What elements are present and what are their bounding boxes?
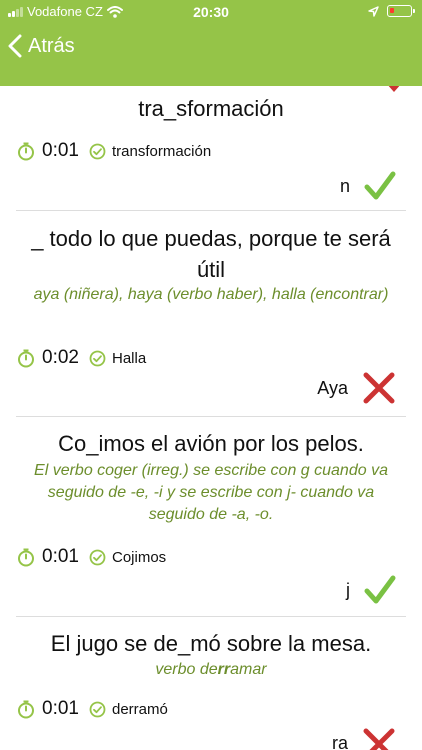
check-circle-icon [89, 701, 106, 717]
answer-text: derramó [111, 700, 168, 718]
back-label: Atrás [28, 34, 75, 57]
check-circle-icon [89, 350, 106, 366]
back-button[interactable]: Atrás [8, 34, 75, 58]
check-circle-icon [89, 143, 106, 159]
list-item: tra_sformación 0:01 transformación n [16, 86, 406, 211]
item-meta: 0:01 transformación [16, 137, 211, 165]
check-mark-icon [364, 171, 396, 200]
nav-bar: Atrás [0, 28, 422, 68]
stopwatch-icon [18, 349, 34, 368]
question-text: El jugo se de_mó sobre la mesa. [50, 631, 372, 656]
status-bar: Vodafone CZ 20:30 [0, 0, 422, 24]
cross-mark-icon [363, 728, 395, 750]
check-mark-icon [364, 575, 396, 604]
time-label: 0:01 [42, 698, 79, 719]
result-row: Aya [317, 371, 396, 405]
result-letter: j [346, 579, 350, 600]
list-item: El jugo se de_mó sobre la mesa. verbo de… [16, 617, 406, 750]
status-time: 20:30 [193, 4, 229, 20]
answer-text: transformación [111, 142, 212, 160]
item-meta: 0:01 derramó [16, 695, 168, 723]
result-row: ra [332, 727, 396, 750]
time-label: 0:01 [42, 140, 79, 161]
result-letter: n [339, 175, 350, 196]
check-circle-icon [89, 549, 106, 565]
question-text: _ todo lo que puedas, porque te será úti… [31, 226, 391, 282]
stopwatch-icon [18, 700, 34, 719]
chevron-left-icon [8, 34, 22, 58]
result-row: j [346, 574, 396, 606]
hint-emphasis: rr [217, 661, 231, 678]
time-label: 0:01 [42, 546, 79, 567]
list-item: Co_imos el avión por los pelos. El verbo… [16, 417, 406, 617]
item-meta: 0:01 Cojimos [16, 543, 166, 571]
stopwatch-icon [18, 548, 34, 567]
question-text: Co_imos el avión por los pelos. [58, 431, 364, 456]
cross-mark-icon [363, 372, 395, 404]
results-list: tra_sformación 0:01 transformación n _ t… [0, 86, 422, 750]
hint-text: aya (niñera), haya (verbo haber), halla … [33, 286, 389, 303]
result-letter: ra [331, 732, 348, 750]
result-row: n [340, 170, 396, 202]
location-icon [368, 5, 379, 17]
answer-text: Halla [111, 349, 147, 367]
status-right [368, 5, 415, 17]
hint-text: verbo derramar [155, 661, 267, 678]
top-bar: Vodafone CZ 20:30 Atrás [0, 0, 422, 86]
list-item: _ todo lo que puedas, porque te será úti… [16, 211, 406, 417]
item-meta: 0:02 Halla [16, 344, 146, 372]
stopwatch-icon [18, 142, 34, 161]
time-label: 0:02 [42, 347, 79, 368]
question-text: tra_sformación [138, 96, 284, 121]
battery-icon [387, 5, 415, 17]
result-letter: Aya [317, 377, 348, 398]
hint-text: El verbo coger (irreg.) se escribe con g… [34, 462, 388, 523]
answer-text: Cojimos [111, 548, 167, 566]
